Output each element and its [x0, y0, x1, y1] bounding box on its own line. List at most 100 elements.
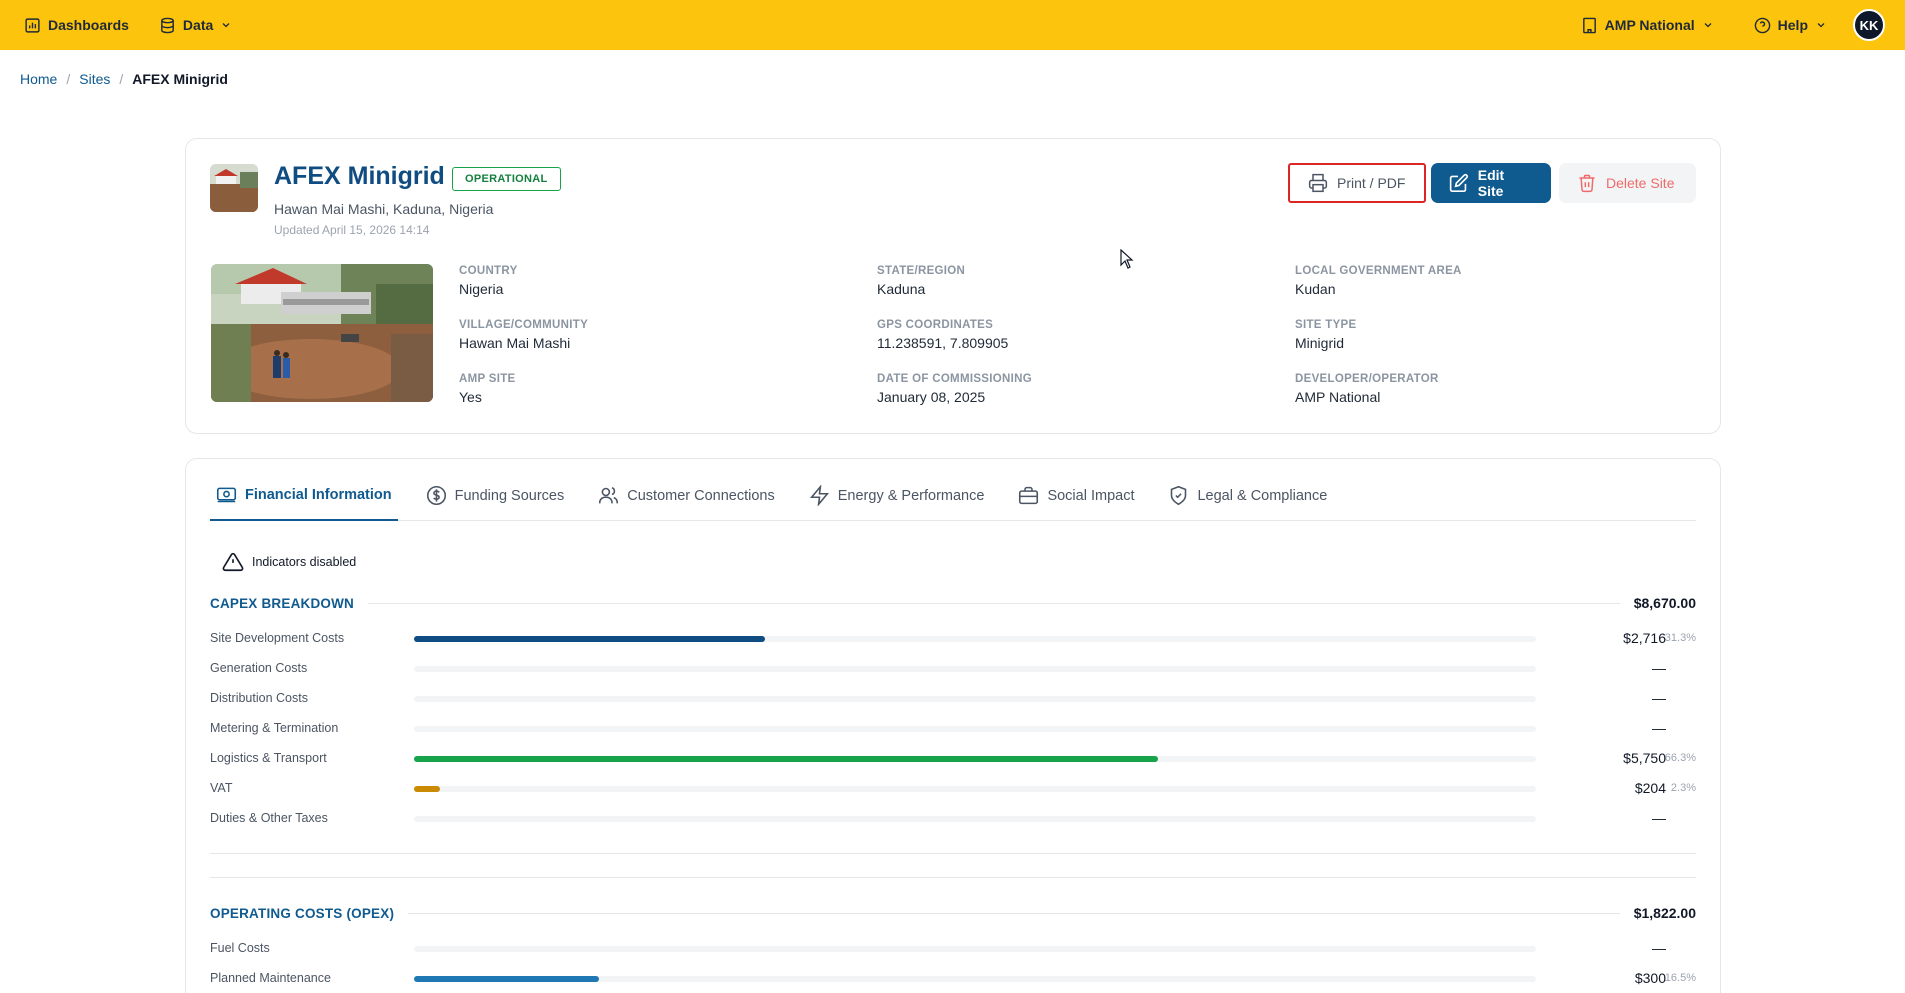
cost-percent: 31.3%: [1664, 632, 1696, 644]
detail-amp-site: AMP SITE Yes: [459, 373, 516, 405]
org-switcher-dropdown[interactable]: AMP National: [1581, 17, 1714, 34]
warning-triangle-icon: [222, 552, 244, 572]
breadcrumb-home[interactable]: Home: [20, 71, 57, 87]
capex-total: $8,670.00: [1633, 595, 1696, 611]
cost-bar-track: [414, 946, 1536, 952]
printer-icon: [1308, 173, 1328, 193]
tab-label: Customer Connections: [627, 487, 775, 504]
detail-commissioning-date: DATE OF COMMISSIONING January 08, 2025: [877, 373, 1032, 405]
section-divider: [408, 912, 1620, 914]
delete-site-label: Delete Site: [1606, 175, 1675, 191]
financial-card: Financial Information Funding Sources Cu…: [185, 458, 1721, 993]
detail-gps: GPS COORDINATES 11.238591, 7.809905: [877, 319, 1008, 351]
capex-row-site-development: Site Development Costs $2,716 31.3%: [210, 629, 1696, 649]
last-updated: Updated April 15, 2026 14:14: [274, 223, 430, 237]
cost-bar-fill: [414, 756, 1158, 762]
cost-bar-track: [414, 786, 1536, 792]
detail-value: 11.238591, 7.809905: [877, 335, 1009, 351]
detail-label: DEVELOPER/OPERATOR: [1295, 373, 1439, 385]
cost-label: Site Development Costs: [210, 631, 345, 645]
bar-chart-icon: [25, 17, 40, 33]
section-divider: [210, 853, 1696, 854]
cost-label: Planned Maintenance: [210, 971, 331, 985]
detail-label: DATE OF COMMISSIONING: [877, 373, 1032, 385]
tab-label: Legal & Compliance: [1197, 487, 1328, 504]
detail-label: COUNTRY: [459, 265, 518, 277]
cost-bar-fill: [414, 636, 766, 642]
print-pdf-button[interactable]: Print / PDF: [1288, 163, 1426, 203]
cost-amount: $5,750: [1623, 750, 1666, 766]
cost-bar-track: [414, 756, 1536, 762]
building-icon: [1582, 17, 1596, 33]
opex-section-header: OPERATING COSTS (OPEX) $1,822.00: [210, 903, 1696, 923]
site-summary-card: AFEX Minigrid OPERATIONAL Hawan Mai Mash…: [185, 138, 1721, 434]
detail-value: Yes: [459, 389, 482, 405]
trash-icon: [1579, 174, 1595, 193]
opex-row-planned-maintenance: Planned Maintenance $300 16.5%: [210, 969, 1696, 989]
site-location: Hawan Mai Mashi, Kaduna, Nigeria: [274, 201, 494, 217]
cost-amount: —: [1652, 660, 1666, 676]
capex-section-header: CAPEX BREAKDOWN $8,670.00: [210, 593, 1696, 613]
cost-label: Logistics & Transport: [210, 751, 327, 765]
tab-financial-information[interactable]: Financial Information: [210, 484, 398, 521]
cost-label: Generation Costs: [210, 661, 308, 675]
detail-value: Kaduna: [877, 281, 926, 297]
help-circle-icon: [1754, 17, 1770, 33]
print-pdf-label: Print / PDF: [1337, 175, 1406, 191]
page-title: AFEX Minigrid: [274, 162, 445, 190]
tab-legal-compliance[interactable]: Legal & Compliance: [1162, 485, 1333, 520]
detail-country: COUNTRY Nigeria: [459, 265, 518, 297]
dollar-circle-icon: [426, 485, 446, 506]
detail-value: Minigrid: [1295, 335, 1345, 351]
cost-label: Fuel Costs: [210, 941, 270, 955]
nav-data-dropdown[interactable]: Data: [159, 17, 232, 34]
mouse-cursor-icon: [1120, 249, 1134, 269]
capex-row-duties-taxes: Duties & Other Taxes —: [210, 809, 1696, 829]
detail-site-type: SITE TYPE Minigrid: [1295, 319, 1357, 351]
detail-label: AMP SITE: [459, 373, 516, 385]
detail-label: SITE TYPE: [1295, 319, 1357, 331]
breadcrumb-sites[interactable]: Sites: [79, 71, 110, 87]
money-icon: [216, 487, 237, 503]
cost-percent: 66.3%: [1664, 752, 1696, 764]
tab-customer-connections[interactable]: Customer Connections: [592, 485, 781, 520]
cost-amount: —: [1652, 720, 1666, 736]
detail-developer-operator: DEVELOPER/OPERATOR AMP National: [1295, 373, 1439, 405]
detail-label: GPS COORDINATES: [877, 319, 994, 331]
delete-site-button[interactable]: Delete Site: [1559, 163, 1696, 203]
detail-value: Hawan Mai Mashi: [459, 335, 571, 351]
breadcrumb-separator: /: [66, 71, 71, 87]
capex-row-vat: VAT $204 2.3%: [210, 779, 1696, 799]
edit-site-label: Edit Site: [1477, 167, 1505, 199]
opex-total: $1,822.00: [1633, 905, 1696, 921]
top-navigation-bar: Dashboards Data AMP National Help KK: [0, 0, 1905, 50]
tab-label: Funding Sources: [454, 487, 565, 504]
opex-row-fuel: Fuel Costs —: [210, 939, 1696, 959]
user-avatar[interactable]: KK: [1853, 9, 1885, 41]
tab-funding-sources[interactable]: Funding Sources: [420, 485, 571, 520]
chevron-down-icon: [1704, 23, 1712, 28]
cost-label: Duties & Other Taxes: [210, 811, 328, 825]
detail-label: VILLAGE/COMMUNITY: [459, 319, 589, 331]
detail-value: Kudan: [1295, 281, 1336, 297]
cost-amount: $2,716: [1623, 630, 1666, 646]
nav-dashboards[interactable]: Dashboards: [24, 17, 129, 34]
nav-dashboards-label: Dashboards: [48, 17, 129, 33]
site-thumbnail: [210, 164, 258, 212]
users-icon: [599, 487, 619, 504]
capex-title: CAPEX BREAKDOWN: [210, 595, 355, 611]
chevron-down-icon: [222, 23, 230, 28]
tab-energy-performance[interactable]: Energy & Performance: [803, 485, 991, 520]
help-dropdown[interactable]: Help: [1754, 17, 1827, 34]
cost-amount: —: [1652, 690, 1666, 706]
cost-bar-track: [414, 666, 1536, 672]
cost-bar-track: [414, 636, 1536, 642]
org-name: AMP National: [1604, 17, 1695, 33]
detail-value: Nigeria: [459, 281, 504, 297]
site-photo: [211, 264, 433, 402]
tab-social-impact[interactable]: Social Impact: [1012, 485, 1140, 520]
database-icon: [161, 17, 174, 33]
edit-site-button[interactable]: Edit Site: [1431, 163, 1551, 203]
detail-state-region: STATE/REGION Kaduna: [877, 265, 965, 297]
shield-check-icon: [1171, 485, 1187, 506]
